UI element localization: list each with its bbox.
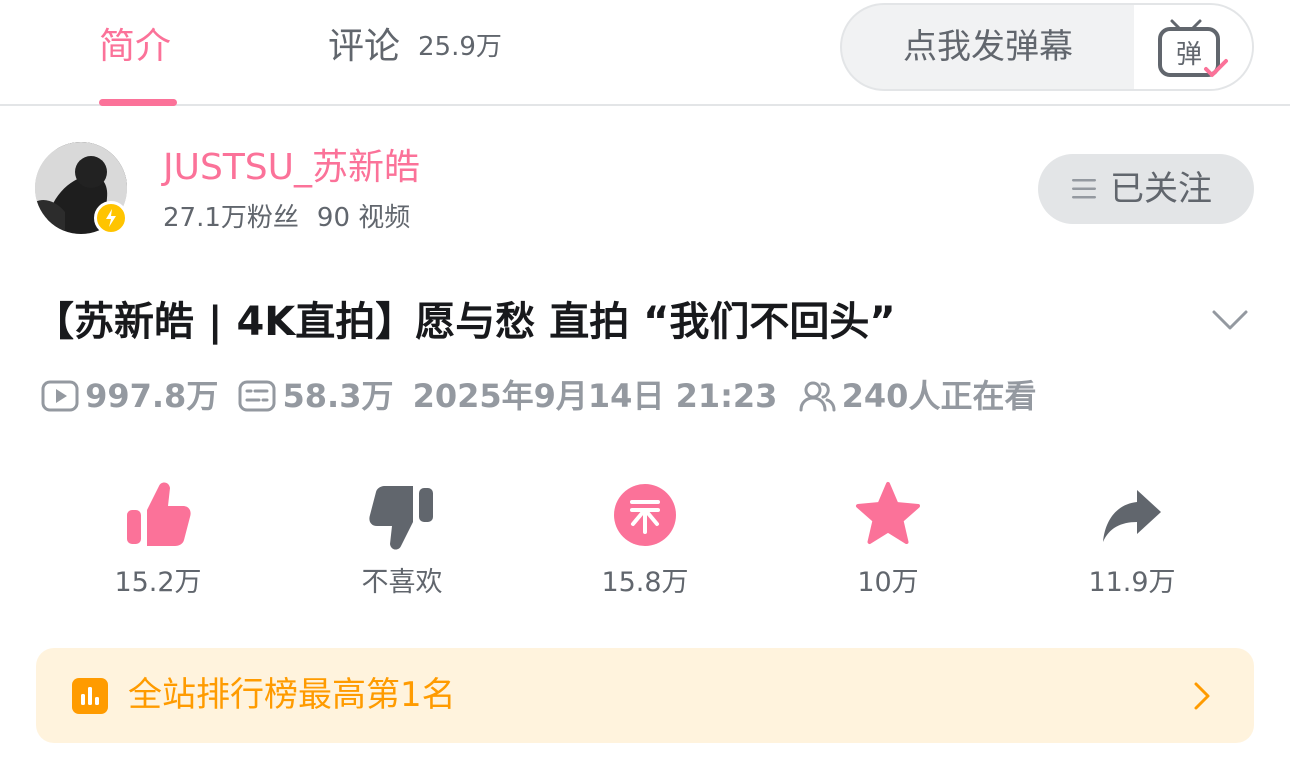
verified-badge-icon (94, 201, 128, 235)
share-button[interactable]: 11.9万 (1032, 476, 1232, 606)
watching-now-text: 240人正在看 (841, 377, 1037, 415)
danmaku-input-pill: 点我发弹幕 弹 (840, 3, 1254, 91)
play-count-icon (41, 380, 79, 412)
ranking-banner[interactable]: 全站排行榜最高第1名 (36, 648, 1254, 743)
share-icon (1103, 490, 1161, 542)
danmaku-count-text: 58.3万 (282, 377, 394, 415)
publish-time-text: 2025年9月14日 21:23 (412, 377, 778, 415)
thumbs-down-icon (369, 486, 433, 550)
watching-now: 240人正在看 (797, 372, 1037, 420)
uploader-stats: 27.1万粉丝 90 视频 (163, 199, 410, 237)
uploader-videos: 90 视频 (316, 203, 411, 233)
bar-chart-icon (72, 678, 108, 714)
favorite-button[interactable]: 10万 (788, 476, 988, 606)
danmaku-toggle-glyph: 弹 (1176, 40, 1202, 70)
tab-intro[interactable]: 简介 (99, 22, 171, 72)
comments-count[interactable]: 25.9万 (418, 30, 502, 64)
chevron-right-icon (1194, 682, 1210, 710)
tab-active-indicator (99, 99, 177, 106)
uploader-name[interactable]: JUSTSU_苏新皓 (163, 145, 420, 191)
coin-button[interactable]: 15.8万 (545, 476, 745, 606)
follow-button[interactable]: 已关注 (1038, 154, 1254, 224)
share-count: 11.9万 (1088, 567, 1176, 598)
tab-bar: 简介 评论 25.9万 点我发弹幕 弹 (0, 0, 1290, 106)
star-icon (856, 482, 920, 544)
publish-time: 2025年9月14日 21:23 (413, 372, 778, 420)
tab-comments[interactable]: 评论 (328, 22, 400, 72)
favorite-count: 10万 (857, 567, 919, 598)
video-meta-row: 997.8万 58.3万 2025年9月14日 21:23 240人正在看 (40, 372, 1050, 420)
video-title: 【苏新皓 | 4K直拍】愿与愁 直拍 “我们不回头” (34, 299, 896, 345)
danmaku-count: 58.3万 (237, 372, 393, 420)
dislike-button[interactable]: 不喜欢 (302, 476, 502, 606)
coin-icon (614, 484, 676, 546)
video-detail-page: 简介 评论 25.9万 点我发弹幕 弹 JUSTSU_苏新皓 27.1万粉丝 9… (0, 0, 1290, 784)
uploader-fans: 27.1万粉丝 (163, 203, 299, 233)
view-count-text: 997.8万 (85, 377, 219, 415)
chevron-down-icon[interactable] (1210, 306, 1250, 334)
like-count: 15.2万 (114, 567, 202, 598)
ranking-text: 全站排行榜最高第1名 (128, 675, 456, 715)
follow-label: 已关注 (1110, 169, 1212, 209)
dislike-label: 不喜欢 (361, 567, 443, 598)
like-button[interactable]: 15.2万 (58, 476, 258, 606)
coin-count: 15.8万 (601, 567, 689, 598)
danmaku-toggle-button[interactable]: 弹 (1134, 5, 1252, 89)
danmaku-toggle-icon: 弹 (1158, 19, 1228, 77)
danmaku-input[interactable]: 点我发弹幕 (842, 5, 1134, 89)
people-icon (799, 381, 836, 412)
danmaku-count-icon (238, 380, 276, 412)
menu-lines-icon (1072, 179, 1096, 199)
view-count: 997.8万 (40, 372, 218, 420)
thumbs-up-icon (127, 482, 191, 546)
